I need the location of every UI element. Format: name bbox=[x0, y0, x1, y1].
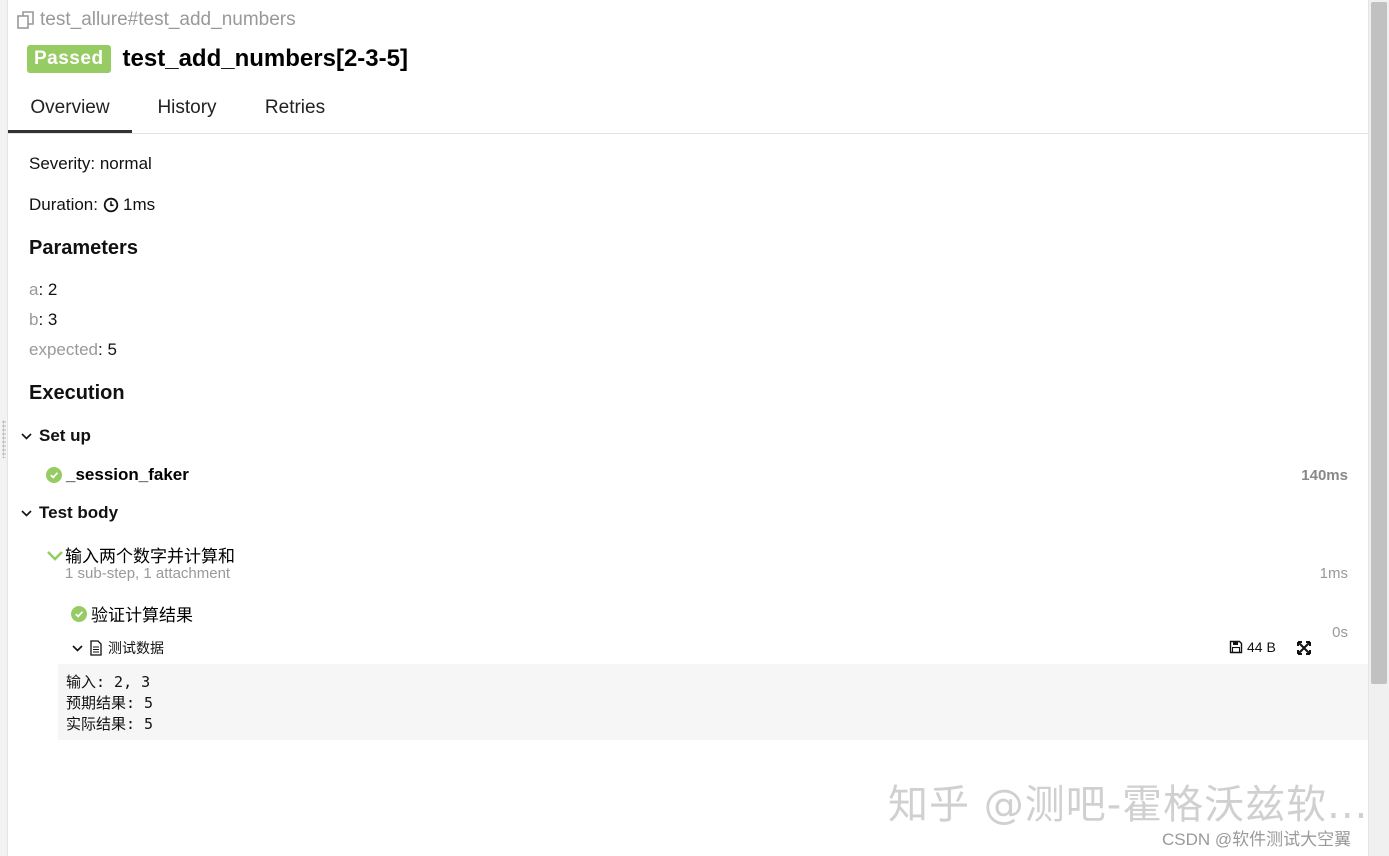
zhihu-watermark: 知乎 @测吧-霍格沃兹软... bbox=[888, 782, 1369, 828]
test-header: Passed test_add_numbers[2-3-5] bbox=[27, 45, 408, 73]
attachment-name: 测试数据 bbox=[108, 640, 164, 656]
copy-icon[interactable] bbox=[16, 10, 36, 30]
test-body-label: Test body bbox=[39, 503, 119, 522]
page-title: test_add_numbers[2-3-5] bbox=[122, 45, 408, 72]
substep-verify-result[interactable]: 验证计算结果 bbox=[71, 601, 193, 626]
tab-overview[interactable]: Overview bbox=[8, 85, 132, 133]
parameter-value: 3 bbox=[47, 310, 58, 329]
setup-section-toggle[interactable]: Set up bbox=[20, 426, 91, 446]
scrollbar-thumb[interactable] bbox=[1371, 2, 1387, 684]
duration-value: 1ms bbox=[122, 195, 156, 214]
check-circle-icon bbox=[71, 605, 87, 622]
setup-label: Set up bbox=[39, 426, 91, 445]
parameter-row: b: 3 bbox=[29, 310, 58, 329]
attachment-line: 预期结果: 5 bbox=[66, 694, 154, 712]
chevron-down-icon bbox=[21, 432, 32, 440]
parameter-key: a bbox=[29, 280, 39, 299]
left-pane-splitter[interactable] bbox=[0, 0, 8, 856]
duration-label: Duration: bbox=[29, 195, 98, 214]
attachment-line: 实际结果: 5 bbox=[66, 715, 154, 733]
chevron-down-icon bbox=[21, 509, 32, 517]
substep-label: 验证计算结果 bbox=[91, 606, 193, 625]
attachment-content: 输入: 2, 3 预期结果: 5 实际结果: 5 bbox=[58, 664, 1368, 740]
step-summary: 1 sub-step, 1 attachment bbox=[65, 565, 231, 582]
status-badge: Passed bbox=[27, 45, 111, 73]
parameter-value: 2 bbox=[47, 280, 58, 299]
attachment-size-label: 44 B bbox=[1247, 639, 1276, 655]
check-circle-icon bbox=[46, 467, 62, 483]
step-duration: 1ms bbox=[1319, 565, 1348, 582]
csdn-watermark: CSDN @软件测试大空翼 bbox=[1162, 830, 1352, 849]
breadcrumb-text: test_allure#test_add_numbers bbox=[40, 9, 296, 30]
chevron-down-icon bbox=[72, 644, 83, 652]
step-input-numbers[interactable]: 输入两个数字并计算和 bbox=[46, 542, 235, 567]
test-body-section-toggle[interactable]: Test body bbox=[20, 503, 118, 523]
attachment-line: 输入: 2, 3 bbox=[66, 673, 151, 691]
attachment-size[interactable]: 44 B bbox=[1229, 639, 1276, 655]
step-label: 输入两个数字并计算和 bbox=[65, 547, 235, 566]
parameter-row: a: 2 bbox=[29, 280, 58, 299]
parameter-key: b bbox=[29, 310, 39, 329]
splitter-grip-icon[interactable] bbox=[2, 420, 6, 458]
test-result-pane: test_allure#test_add_numbers Passed test… bbox=[8, 0, 1368, 856]
execution-heading: Execution bbox=[29, 382, 125, 404]
breadcrumb: test_allure#test_add_numbers bbox=[16, 9, 296, 31]
parameter-row: expected: 5 bbox=[29, 340, 117, 359]
parameter-value: 5 bbox=[107, 340, 117, 359]
step-session-faker[interactable]: _session_faker bbox=[46, 465, 189, 485]
clock-icon bbox=[103, 197, 119, 213]
vertical-scrollbar[interactable] bbox=[1368, 0, 1389, 856]
severity-text: Severity: normal bbox=[29, 154, 152, 173]
step-label: _session_faker bbox=[66, 465, 189, 484]
tab-history[interactable]: History bbox=[144, 85, 230, 133]
expand-icon[interactable] bbox=[1297, 641, 1311, 655]
file-text-icon bbox=[90, 640, 102, 656]
expanded-check-chevron-icon bbox=[47, 550, 63, 561]
tab-retries[interactable]: Retries bbox=[254, 85, 336, 133]
step-duration: 140ms bbox=[1301, 467, 1348, 484]
parameter-key: expected bbox=[29, 340, 98, 359]
save-icon bbox=[1229, 640, 1243, 654]
duration-row: Duration: 1ms bbox=[29, 195, 155, 215]
tab-bar: Overview History Retries bbox=[8, 85, 1368, 134]
parameters-heading: Parameters bbox=[29, 237, 138, 259]
attachment-toggle[interactable]: 测试数据 bbox=[71, 638, 164, 658]
